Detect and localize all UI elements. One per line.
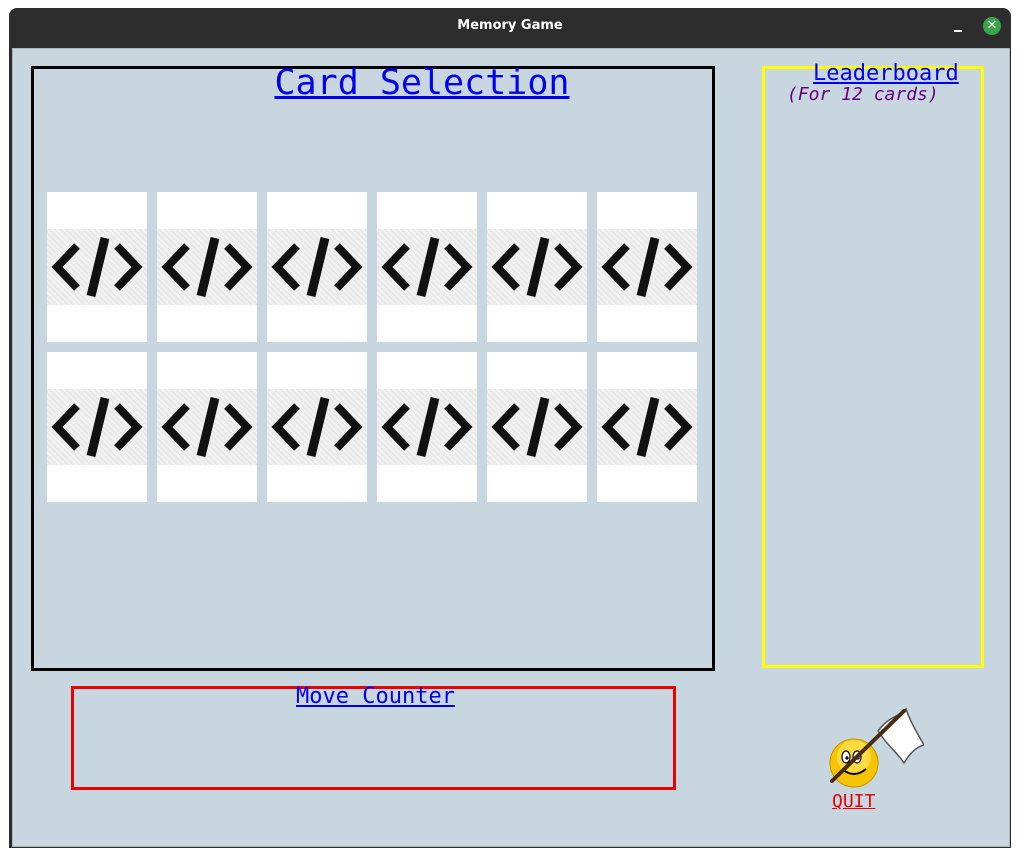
code-icon bbox=[271, 396, 363, 458]
card-back[interactable] bbox=[487, 352, 587, 502]
card-back[interactable] bbox=[267, 352, 367, 502]
card-selection-panel: Card Selection bbox=[31, 63, 715, 671]
main-content: Card Selection Leaderboard (For 12 cards… bbox=[12, 48, 1010, 847]
card-back[interactable] bbox=[157, 192, 257, 342]
app-window: Memory Game ✕ Card Selection Leaderboard… bbox=[9, 8, 1011, 848]
smiley-white-flag-icon bbox=[829, 707, 926, 788]
close-button[interactable]: ✕ bbox=[983, 17, 1001, 35]
card-back[interactable] bbox=[47, 352, 147, 502]
leaderboard-subtitle: (For 12 cards) bbox=[787, 84, 939, 105]
code-icon bbox=[491, 396, 583, 458]
card-back[interactable] bbox=[597, 352, 697, 502]
quit-button[interactable]: QUIT bbox=[824, 707, 926, 817]
code-icon bbox=[601, 396, 693, 458]
code-icon bbox=[381, 236, 473, 298]
card-back[interactable] bbox=[377, 352, 477, 502]
window-title: Memory Game bbox=[457, 18, 563, 33]
code-icon bbox=[51, 236, 143, 298]
code-icon bbox=[161, 236, 253, 298]
title-bar[interactable]: Memory Game ✕ bbox=[9, 8, 1011, 46]
code-icon bbox=[271, 236, 363, 298]
card-back[interactable] bbox=[597, 192, 697, 342]
card-back[interactable] bbox=[487, 192, 587, 342]
card-back[interactable] bbox=[377, 192, 477, 342]
code-icon bbox=[601, 236, 693, 298]
card-selection-title: Card Selection bbox=[274, 63, 570, 103]
code-icon bbox=[491, 236, 583, 298]
move-counter-title: Move Counter bbox=[296, 684, 455, 709]
card-back[interactable] bbox=[157, 352, 257, 502]
code-icon bbox=[51, 396, 143, 458]
code-icon bbox=[161, 396, 253, 458]
leaderboard-panel: Leaderboard (For 12 cards) bbox=[762, 61, 984, 668]
leaderboard-title: Leaderboard bbox=[813, 61, 959, 86]
move-counter-panel: Move Counter bbox=[71, 684, 676, 790]
code-icon bbox=[381, 396, 473, 458]
minimize-button[interactable] bbox=[949, 18, 967, 36]
quit-label[interactable]: QUIT bbox=[832, 791, 875, 812]
card-back[interactable] bbox=[47, 192, 147, 342]
card-back[interactable] bbox=[267, 192, 367, 342]
